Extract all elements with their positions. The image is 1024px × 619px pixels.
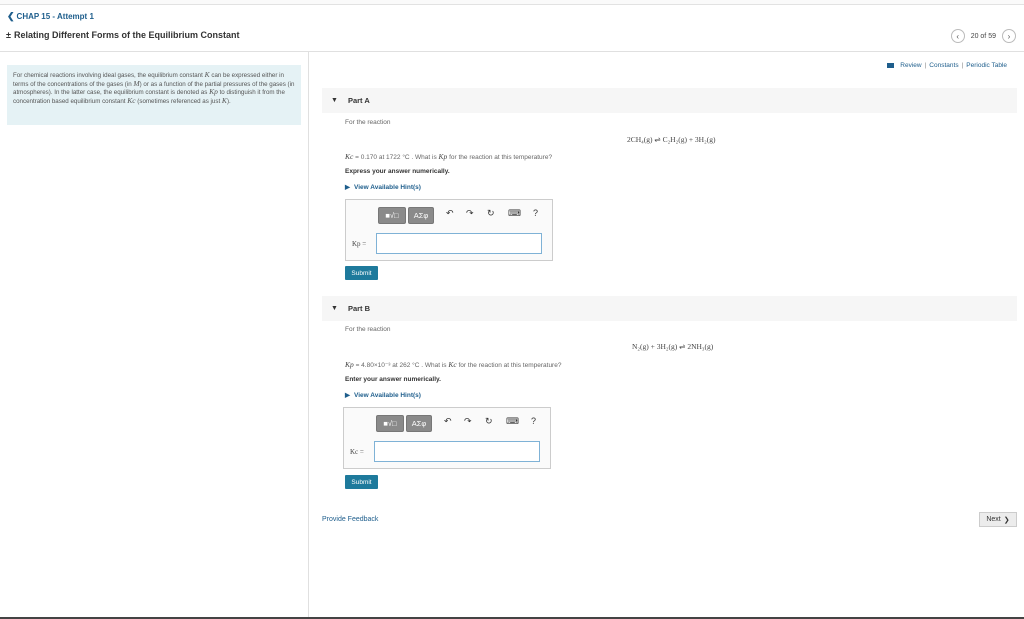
chevron-right-icon: ❯: [1003, 516, 1010, 524]
column-divider: [308, 52, 309, 619]
caret-down-icon: ▼: [331, 305, 338, 312]
part-a-for-reaction: For the reaction: [345, 119, 391, 126]
intro-text: ).: [226, 97, 231, 105]
part-b-header[interactable]: ▼ Part B: [322, 296, 1017, 321]
part-b-instruction: Enter your answer numerically.: [345, 376, 441, 383]
resource-links: Review | Constants | Periodic Table: [887, 62, 1007, 69]
prev-item-button[interactable]: ‹: [950, 29, 965, 43]
link-separator: |: [924, 62, 927, 69]
part-b-hint-toggle[interactable]: ▶ View Available Hint(s): [345, 391, 421, 400]
next-label: Next: [986, 516, 1001, 523]
next-item-button[interactable]: ›: [1002, 29, 1016, 43]
back-link-label: CHAP 15 - Attempt 1: [16, 12, 94, 21]
part-a-hint-toggle[interactable]: ▶ View Available Hint(s): [345, 183, 421, 192]
kp-answer-label: Kp =: [352, 240, 367, 248]
intro-text: (sometimes referenced as just: [137, 97, 221, 105]
keyboard-icon[interactable]: ⌨: [508, 208, 521, 219]
redo-icon[interactable]: ↷: [464, 416, 472, 427]
part-a-equation: 2CH₄(g) ⇌ C₂H₂(g) + 3H₂(g): [627, 135, 716, 144]
part-b-title: Part B: [347, 304, 371, 313]
page-title: ± Relating Different Forms of the Equili…: [6, 30, 239, 40]
intro-symbol: Kc: [127, 95, 136, 105]
part-b-for-reaction: For the reaction: [345, 326, 391, 333]
top-bar: [0, 0, 1024, 5]
intro-panel: For chemical reactions involving ideal g…: [7, 65, 301, 125]
kc-answer-input[interactable]: [374, 441, 540, 462]
part-a-submit-button[interactable]: Submit: [345, 266, 378, 280]
kc-answer-label: Kc =: [350, 448, 364, 456]
intro-symbol: Kp: [209, 87, 218, 97]
chevron-left-icon: ‹: [956, 31, 960, 41]
symbols-button[interactable]: AΣφ: [406, 415, 432, 432]
part-b-equation: N₂(g) + 3H₂(g) ⇌ 2NH₃(g): [632, 342, 714, 351]
link-separator: |: [961, 62, 964, 69]
undo-icon[interactable]: ↶: [444, 416, 452, 427]
caret-down-icon: ▼: [331, 97, 338, 104]
header-divider: [0, 51, 1024, 52]
help-icon[interactable]: ?: [533, 208, 538, 218]
caret-right-icon: ▶: [345, 184, 350, 191]
reset-icon[interactable]: ↻: [485, 416, 493, 427]
hint-label: View Available Hint(s): [354, 391, 421, 399]
hint-label: View Available Hint(s): [354, 183, 421, 191]
redo-icon[interactable]: ↷: [466, 208, 474, 219]
templates-button[interactable]: ■√□: [378, 207, 406, 224]
part-a-answer-box: ■√□ AΣφ ↶ ↷ ↻ ⌨ ? Kp =: [345, 199, 553, 261]
back-to-chapter-link[interactable]: ❮ CHAP 15 - Attempt 1: [7, 11, 94, 22]
pager-count: 20 of 59: [970, 32, 996, 40]
review-link[interactable]: Review: [900, 62, 921, 69]
review-icon: [887, 63, 895, 68]
next-button[interactable]: Next ❯: [979, 512, 1017, 527]
kp-symbol: Kp: [345, 360, 354, 369]
intro-symbol: K: [204, 70, 210, 79]
question-text: for the reaction at this temperature?: [447, 154, 553, 161]
part-a-question: Kc = 0.170 at 1722 °C . What is Kp for t…: [345, 152, 552, 161]
help-icon[interactable]: ?: [531, 416, 536, 426]
part-b-submit-button[interactable]: Submit: [345, 475, 378, 489]
undo-icon[interactable]: ↶: [446, 208, 454, 219]
caret-right-icon: ▶: [345, 392, 350, 399]
periodic-table-link[interactable]: Periodic Table: [966, 62, 1007, 69]
title-prefix: ±: [6, 30, 11, 40]
part-a-header[interactable]: ▼ Part A: [322, 88, 1017, 113]
kp-answer-input[interactable]: [376, 233, 542, 254]
templates-button[interactable]: ■√□: [376, 415, 404, 432]
constants-link[interactable]: Constants: [929, 62, 958, 69]
question-text: = 4.80×10⁻³ at 262 °C . What is: [353, 362, 447, 369]
keyboard-icon[interactable]: ⌨: [506, 416, 519, 427]
pager: ‹ 20 of 59 ›: [950, 29, 1016, 43]
question-text: = 0.170 at 1722 °C . What is: [353, 154, 437, 161]
provide-feedback-link[interactable]: Provide Feedback: [322, 516, 378, 523]
part-b-answer-box: ■√□ AΣφ ↶ ↷ ↻ ⌨ ? Kc =: [343, 407, 551, 469]
intro-text: For chemical reactions involving ideal g…: [13, 72, 203, 79]
kc-symbol: Kc: [448, 360, 457, 369]
kp-symbol: Kp: [438, 152, 448, 161]
symbols-button[interactable]: AΣφ: [408, 207, 434, 224]
title-text: Relating Different Forms of the Equilibr…: [13, 30, 240, 40]
chevron-left-icon: ❮: [7, 11, 15, 21]
part-a-title: Part A: [347, 96, 370, 105]
reset-icon[interactable]: ↻: [487, 208, 495, 219]
chevron-right-icon: ›: [1007, 31, 1011, 41]
part-b-question: Kp = 4.80×10⁻³ at 262 °C . What is Kc fo…: [345, 360, 561, 369]
question-text: for the reaction at this temperature?: [456, 362, 562, 369]
part-a-instruction: Express your answer numerically.: [345, 168, 450, 175]
